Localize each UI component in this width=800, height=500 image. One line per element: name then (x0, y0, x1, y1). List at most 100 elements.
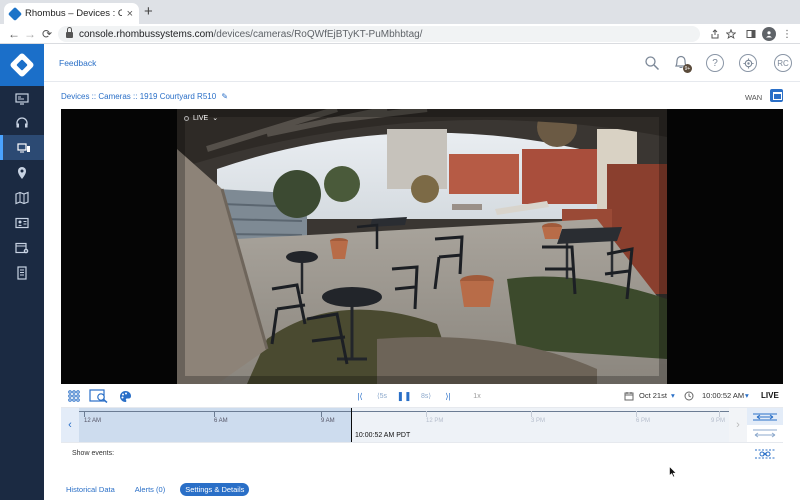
playback-speed[interactable]: 1x (470, 389, 484, 403)
palette-icon[interactable] (118, 389, 132, 403)
live-indicator-icon (184, 115, 189, 121)
lock-icon (66, 27, 73, 38)
skip-to-start-button[interactable]: |⟨ (354, 389, 366, 403)
pause-button[interactable]: ❚❚ (396, 389, 411, 403)
help-icon[interactable]: ? (706, 54, 724, 72)
timeline-track[interactable]: 12 AM 6 AM 9 AM 12 PM 3 PM 6 PM 9 PM 10:… (79, 408, 729, 442)
forward-8s-button[interactable]: 8s⟩ (418, 389, 434, 403)
timeline-tick (321, 411, 322, 417)
playback-controls: |⟨ ⟨5s ❚❚ 8s⟩ ⟩| 1x Oct 21st ▾ 10:00:52 … (61, 384, 783, 408)
breadcrumb-cameras[interactable]: Cameras (98, 92, 130, 101)
playhead[interactable] (351, 408, 352, 442)
date-selector[interactable]: Oct 21st (639, 391, 667, 400)
breadcrumb-devices[interactable]: Devices (61, 92, 89, 101)
tick-label: 6 AM (214, 418, 228, 424)
devices-icon (16, 142, 30, 152)
clip-scissors-icon[interactable] (754, 447, 776, 466)
breadcrumb: Devices :: Cameras :: 1919 Courtyard R51… (61, 92, 228, 101)
notifications-button[interactable]: 9+ (673, 54, 693, 74)
feedback-link[interactable]: Feedback (59, 58, 96, 68)
playhead-time: 10:00:52 AM PDT (355, 432, 411, 439)
sidebar-item-people[interactable] (0, 210, 44, 235)
reload-icon[interactable]: ⟳ (39, 26, 55, 42)
browser-tab-bar: Rhombus – Devices : Cameras × + (0, 0, 800, 24)
collapse-range-icon (753, 429, 777, 438)
sidebar-item-schedules[interactable] (0, 235, 44, 260)
forward-icon[interactable]: → (22, 26, 38, 42)
new-tab-button[interactable]: + (144, 3, 153, 21)
sidebar-item-dashboard[interactable] (0, 86, 44, 111)
timeline: ‹ 12 AM 6 AM 9 AM 12 PM 3 PM 6 PM 9 PM 1… (61, 408, 783, 442)
tick-label: 12 PM (426, 418, 444, 424)
search-icon[interactable] (644, 55, 660, 76)
url-bar[interactable]: console.rhombussystems.com/devices/camer… (58, 26, 700, 42)
sidebar-item-reports[interactable] (0, 260, 44, 285)
grid-view-icon[interactable] (67, 389, 81, 403)
sidebar-icon[interactable] (744, 27, 758, 41)
recorded-range (79, 408, 351, 442)
sidebar-item-locations[interactable] (0, 160, 44, 185)
share-icon[interactable] (708, 27, 722, 41)
chevron-left-icon: ‹ (68, 419, 72, 431)
notification-badge: 9+ (683, 64, 692, 73)
timeline-axis (79, 411, 729, 412)
map-icon (15, 191, 29, 204)
breadcrumb-separator: :: (130, 92, 140, 101)
rhombus-logo[interactable] (0, 44, 44, 86)
sidebar-item-support[interactable] (0, 110, 44, 135)
chevron-down-icon: ⌄ (212, 115, 219, 122)
timeline-tick (719, 411, 720, 417)
timeline-prev-button[interactable]: ‹ (61, 408, 79, 442)
go-live-button[interactable]: LIVE (761, 391, 779, 400)
url-path: /devices/cameras/RoQWfEjBTyKT-PuMbhbtag/ (213, 28, 423, 40)
user-avatar[interactable]: RC (774, 54, 792, 72)
timeline-tick (214, 411, 215, 417)
live-badge: LIVE (193, 114, 209, 122)
timeline-next-button[interactable]: › (729, 408, 747, 442)
browser-tab[interactable]: Rhombus – Devices : Cameras × (4, 3, 139, 24)
skip-to-end-button[interactable]: ⟩| (442, 389, 454, 403)
network-status-icon[interactable] (770, 89, 783, 102)
expand-range-icon (753, 413, 777, 421)
rhombus-logo-icon (9, 52, 35, 78)
timeline-tick (84, 411, 85, 417)
tab-settings-details[interactable]: Settings & Details (180, 482, 250, 496)
video-player[interactable]: LIVE ⌄ (61, 109, 783, 384)
calendar-icon[interactable] (623, 389, 635, 403)
rewind-5s-button[interactable]: ⟨5s (374, 389, 390, 403)
edit-name-icon[interactable]: ✎ (221, 92, 228, 101)
menu-icon[interactable]: ⋮ (780, 27, 794, 41)
time-selector[interactable]: 10:00:52 AM (702, 391, 744, 400)
chevron-down-icon[interactable]: ▾ (745, 391, 749, 400)
live-stream-dropdown[interactable]: LIVE ⌄ (184, 114, 218, 122)
timeline-tick (531, 411, 532, 417)
profile-icon[interactable] (762, 27, 776, 41)
events-row: Show events: (61, 442, 783, 464)
sidebar-item-devices[interactable] (0, 135, 44, 160)
tab-title: Rhombus – Devices : Cameras (25, 8, 122, 19)
tab-alerts[interactable]: Alerts (0) (130, 483, 170, 496)
zoom-out-timeline-button[interactable] (747, 425, 783, 442)
star-icon[interactable] (724, 27, 738, 41)
gear-icon[interactable] (739, 54, 757, 72)
back-icon[interactable]: ← (6, 26, 22, 42)
app-top-bar: Feedback 9+ ? RC (44, 44, 800, 82)
tick-label: 6 PM (636, 418, 651, 424)
clock-icon[interactable] (683, 389, 695, 403)
url-host: console.rhombussystems.com (79, 28, 214, 40)
tab-close-icon[interactable]: × (127, 8, 133, 20)
tab-historical-data[interactable]: Historical Data (61, 483, 120, 496)
search-video-icon[interactable] (89, 389, 109, 403)
chevron-down-icon[interactable]: ▾ (671, 391, 675, 400)
timeline-tick (426, 411, 427, 417)
zoom-in-timeline-button[interactable] (747, 408, 783, 425)
breadcrumb-separator: :: (89, 92, 99, 101)
chevron-right-icon: › (736, 419, 740, 431)
tick-label: 9 AM (321, 418, 335, 424)
camera-feed-image: LIVE ⌄ (177, 109, 667, 384)
timeline-tick (636, 411, 637, 417)
sidebar-item-maps[interactable] (0, 185, 44, 210)
tick-label: 3 PM (531, 418, 546, 424)
network-label: WAN (745, 93, 763, 102)
tick-label: 9 PM (711, 418, 726, 424)
